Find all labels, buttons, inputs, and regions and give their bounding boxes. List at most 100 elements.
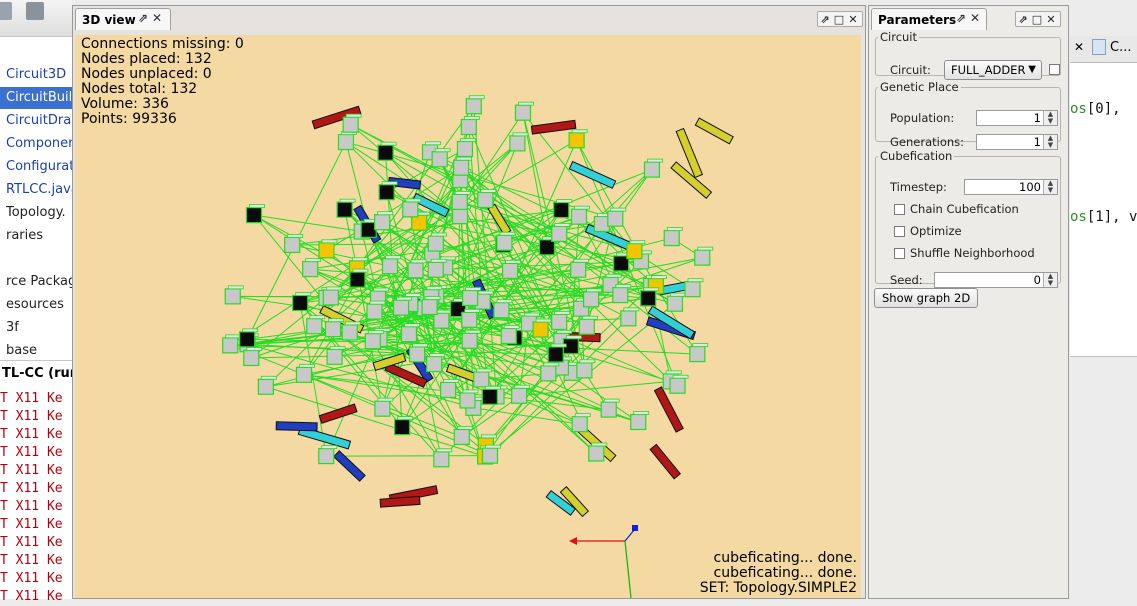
java-file-icon — [1092, 39, 1106, 55]
cubefication-legend: Cubefication — [878, 149, 954, 163]
genetic-legend: Genetic Place — [878, 80, 961, 94]
output-line: T X11 Ke — [0, 462, 63, 480]
output-line: T X11 Ke — [0, 444, 63, 462]
circuit-legend: Circuit — [878, 30, 919, 44]
close-tab-icon[interactable]: ✕ — [969, 11, 981, 25]
seed-spinner[interactable]: 0 ▲▼ — [934, 272, 1058, 288]
output-line: T X11 Ke — [0, 480, 63, 498]
circuit-label: Circuit: — [890, 63, 931, 77]
output-line: T X11 Ke — [0, 588, 63, 606]
spinner-arrows-icon[interactable]: ▲▼ — [1043, 135, 1057, 149]
pin-icon[interactable]: ⇗ — [955, 11, 967, 25]
save-all-icon[interactable] — [26, 2, 44, 20]
tree-item[interactable]: Configurat — [0, 156, 72, 178]
tree-item[interactable]: Componen — [0, 133, 72, 155]
editor-lower-area — [1070, 356, 1137, 600]
hud-volume: Volume: 336 — [81, 97, 244, 112]
editor-panel — [1070, 36, 1137, 356]
output-line: T X11 Ke — [0, 408, 63, 426]
generations-value: 1 — [1034, 135, 1041, 149]
tree-item[interactable]: CircuitBuil — [0, 87, 72, 109]
window-controls: ⇗□✕ — [1015, 11, 1061, 27]
maximize-icon[interactable]: □ — [832, 13, 846, 27]
3d-canvas[interactable]: Connections missing: 0 Nodes placed: 132… — [75, 35, 861, 598]
chain-cubefication-label: Chain Cubefication — [910, 202, 1019, 216]
spinner-arrows-icon[interactable]: ▲▼ — [1043, 273, 1057, 287]
tree-item[interactable]: raries — [0, 225, 72, 247]
tab-3d-view-label: 3D view — [82, 13, 136, 27]
restore-icon[interactable]: ⇗ — [1016, 13, 1030, 27]
close-tab-icon[interactable]: ✕ — [1074, 40, 1084, 54]
output-line: T X11 Ke — [0, 570, 63, 588]
tree-item[interactable] — [0, 248, 72, 270]
spinner-arrows-icon[interactable]: ▲▼ — [1043, 111, 1057, 125]
status-line-1: cubeficating... done. — [714, 551, 858, 566]
hud-nodes-placed: Nodes placed: 132 — [81, 52, 244, 67]
tree-item[interactable]: 3f — [0, 317, 72, 339]
status-line-3: SET: Topology.SIMPLE2 — [700, 581, 857, 596]
circuit-checkbox[interactable] — [1049, 64, 1060, 75]
output-line: T X11 Ke — [0, 534, 63, 552]
close-icon[interactable]: ✕ — [1044, 13, 1058, 27]
optimize-label: Optimize — [910, 224, 962, 238]
pin-icon[interactable]: ⇗ — [137, 11, 149, 25]
output-line: T X11 Ke — [0, 498, 63, 516]
tree-item[interactable]: CircuitDra — [0, 110, 72, 132]
tree-item[interactable]: RTLCC.java — [0, 179, 72, 201]
window-controls: ⇗□✕ — [817, 11, 863, 27]
restore-icon[interactable]: ⇗ — [818, 13, 832, 27]
code-rest: [0], — [1087, 101, 1121, 117]
generations-spinner[interactable]: 1 ▲▼ — [976, 134, 1058, 150]
parameters-window: Parameters ⇗ ✕ ⇗□✕ Circuit Circuit: FULL… — [868, 5, 1069, 599]
hud-points: Points: 99336 — [81, 112, 244, 127]
close-icon[interactable]: ✕ — [846, 13, 860, 27]
circuit-group: Circuit Circuit: FULL_ADDER ▼ — [875, 30, 1061, 76]
circuit-select[interactable]: FULL_ADDER ▼ — [944, 60, 1042, 80]
tree-item[interactable]: Topology. — [0, 202, 72, 224]
tree-item[interactable]: base — [0, 340, 72, 362]
code-line-1: os[0], — [1070, 101, 1121, 117]
code-rest: [1], v — [1087, 209, 1137, 225]
timestep-label: Timestep: — [890, 180, 947, 194]
seed-label: Seed: — [890, 273, 923, 287]
cubefication-group: Cubefication Timestep: 100 ▲▼ Chain Cube… — [875, 149, 1061, 284]
hud-nodes-unplaced: Nodes unplaced: 0 — [81, 67, 244, 82]
output-line: T X11 Ke — [0, 426, 63, 444]
main-toolbar — [0, 0, 72, 37]
save-icon[interactable] — [0, 2, 12, 20]
editor-tab-label[interactable]: C... — [1110, 40, 1131, 55]
timestep-spinner[interactable]: 100 ▲▼ — [964, 179, 1058, 195]
output-tab-title[interactable]: TL-CC (run — [0, 360, 74, 387]
genetic-place-group: Genetic Place Population: 1 ▲▼ Generatio… — [875, 80, 1061, 142]
show-graph-2d-button[interactable]: Show graph 2D — [874, 288, 978, 308]
view3d-window: 3D view ⇗ ✕ ⇗□✕ Connections missing: 0 N… — [72, 5, 866, 599]
chevron-down-icon: ▼ — [1028, 61, 1036, 79]
close-tab-icon[interactable]: ✕ — [151, 11, 163, 25]
status-line-2: cubeficating... done. — [714, 566, 858, 581]
hud-nodes-total: Nodes total: 132 — [81, 82, 244, 97]
hud-connections-missing: Connections missing: 0 — [81, 37, 244, 52]
code-line-2: os[1], v — [1070, 209, 1137, 225]
code-identifier: os — [1070, 101, 1087, 117]
maximize-icon[interactable]: □ — [1030, 13, 1044, 27]
optimize-checkbox[interactable] — [894, 226, 905, 237]
tree-item[interactable]: esources — [0, 294, 72, 316]
tree-item[interactable]: Circuit3D — [0, 64, 72, 86]
timestep-value: 100 — [1019, 180, 1041, 194]
seed-value: 0 — [1034, 273, 1041, 287]
shuffle-neighborhood-checkbox[interactable] — [894, 248, 905, 259]
population-label: Population: — [890, 111, 954, 125]
editor-tabs: ✕ C... — [1070, 36, 1137, 63]
spinner-arrows-icon[interactable]: ▲▼ — [1043, 180, 1057, 194]
output-line: T X11 Ke — [0, 390, 63, 408]
output-line: T X11 Ke — [0, 552, 63, 570]
tree-item[interactable]: rce Packag — [0, 271, 72, 293]
hud-stats: Connections missing: 0 Nodes placed: 132… — [81, 37, 244, 127]
population-value: 1 — [1034, 111, 1041, 125]
population-spinner[interactable]: 1 ▲▼ — [976, 110, 1058, 126]
output-line: T X11 Ke — [0, 516, 63, 534]
chain-cubefication-checkbox[interactable] — [894, 204, 905, 215]
generations-label: Generations: — [890, 135, 964, 149]
code-identifier: os — [1070, 209, 1087, 225]
shuffle-neighborhood-label: Shuffle Neighborhood — [910, 246, 1035, 260]
